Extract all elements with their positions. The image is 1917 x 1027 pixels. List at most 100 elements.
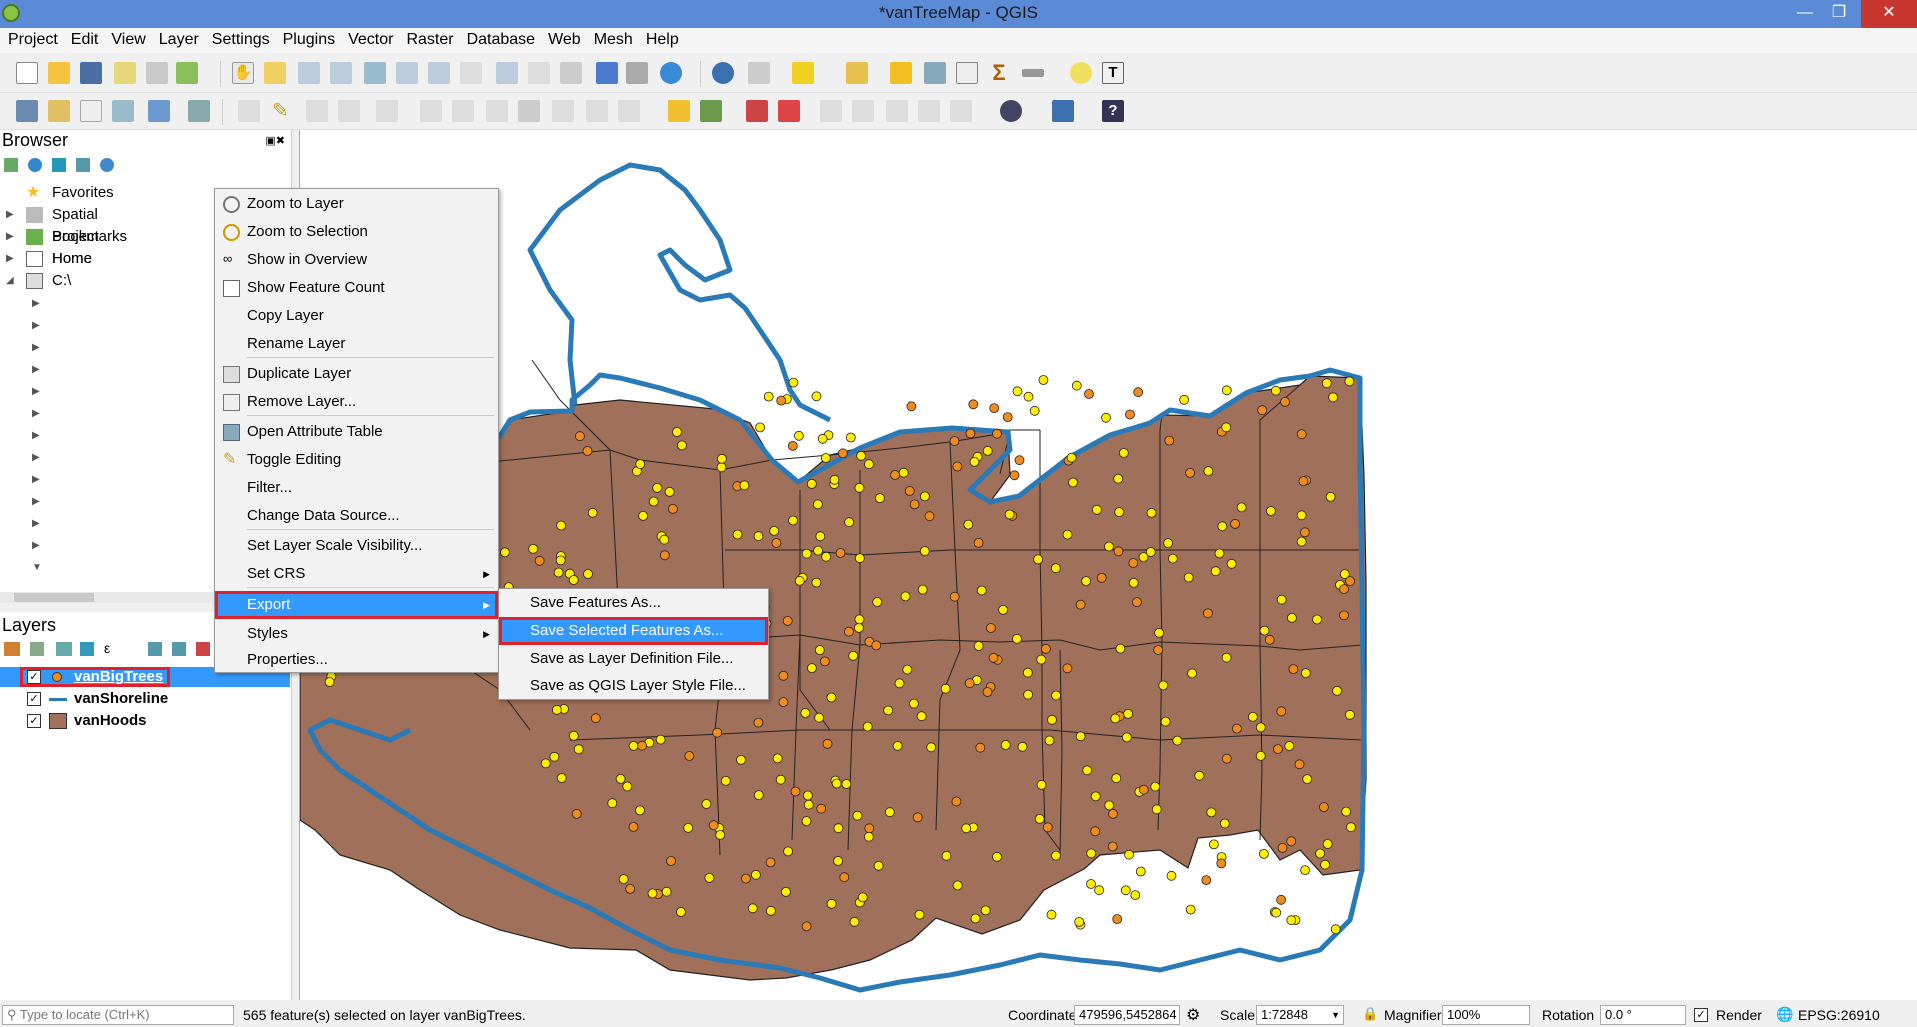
pin-labels-icon[interactable] [778,100,800,122]
menu-layer[interactable]: Layer [151,28,204,49]
expand-arrow-icon[interactable]: ▶ [32,364,40,375]
highlight-pinned-labels-icon[interactable] [746,100,768,122]
crs-globe-icon[interactable]: 🌐 [1776,1006,1793,1023]
menu-item-show-in-overview[interactable]: ∞ Show in Overview [215,247,498,273]
menu-plugins[interactable]: Plugins [275,28,340,49]
expand-arrow-icon[interactable]: ▶ [6,204,14,226]
refresh-browser-icon[interactable] [28,158,42,172]
toggle-editing-icon[interactable]: ✎ [272,100,294,122]
maximize-button[interactable]: ❐ [1816,0,1862,28]
text-annotation-icon[interactable]: T [1102,62,1124,84]
menu-item-save-selected-features-as[interactable]: Save Selected Features As... [499,617,768,645]
menu-item-open-attribute-table[interactable]: Open Attribute Table [215,419,498,445]
delete-selected-icon[interactable] [452,100,474,122]
layer-row-vanhoods[interactable]: ✓ vanHoods [0,711,290,731]
menu-settings[interactable]: Settings [204,28,275,49]
change-label-icon[interactable] [918,100,940,122]
select-by-value-icon[interactable] [846,62,868,84]
expand-arrow-icon[interactable]: ▶ [32,342,40,353]
refresh-icon[interactable] [660,62,682,84]
diagram-icon[interactable] [700,100,722,122]
menu-item-save-as-layer-definition-file[interactable]: Save as Layer Definition File... [499,646,768,672]
manage-map-themes-icon[interactable] [56,642,72,656]
menu-database[interactable]: Database [459,28,541,49]
rotation-spinbox[interactable]: 0.0 ° [1600,1005,1686,1025]
add-vector-layer-icon[interactable] [80,100,102,122]
expand-arrow-icon[interactable]: ▶ [32,496,40,507]
render-checkbox[interactable]: ✓ [1694,1008,1708,1022]
menu-item-copy-layer[interactable]: Copy Layer [215,303,498,329]
pan-map-icon[interactable]: ✋ [232,62,254,84]
layer-row-vanshoreline[interactable]: ✓ vanShoreline [0,689,290,709]
expand-arrow-icon[interactable]: ▶ [32,540,40,551]
add-feature-icon[interactable] [338,100,360,122]
menu-help[interactable]: Help [638,28,684,49]
save-project-icon[interactable] [80,62,102,84]
pan-to-selection-icon[interactable] [264,62,286,84]
collapse-arrow-icon[interactable]: ◢ [6,270,14,292]
move-label-icon[interactable] [852,100,874,122]
menu-web[interactable]: Web [540,28,586,49]
modify-attributes-icon[interactable] [420,100,442,122]
zoom-last-icon[interactable] [496,62,518,84]
menu-item-rename-layer[interactable]: Rename Layer [215,331,498,357]
zoom-out-icon[interactable] [330,62,352,84]
geocoder-icon[interactable] [1000,100,1022,122]
cut-features-icon[interactable] [486,100,508,122]
add-group-icon[interactable] [30,642,44,656]
filter-by-expression-icon[interactable]: ε [104,640,110,656]
menu-item-duplicate-layer[interactable]: Duplicate Layer [215,361,498,387]
menu-item-zoom-to-selection[interactable]: Zoom to Selection [215,219,498,245]
menu-item-show-feature-count[interactable]: Show Feature Count [215,275,498,301]
menu-item-set-crs[interactable]: Set CRS ▶ [215,561,498,587]
expand-arrow-icon[interactable]: ▶ [32,386,40,397]
add-wms-layer-icon[interactable] [148,100,170,122]
expand-all-icon[interactable] [148,642,162,656]
menu-raster[interactable]: Raster [398,28,458,49]
close-button[interactable]: ✕ [1861,0,1917,28]
menu-mesh[interactable]: Mesh [586,28,638,49]
help-icon[interactable]: ? [1102,100,1124,122]
redo-icon[interactable] [618,100,640,122]
paste-features-icon[interactable] [552,100,574,122]
menu-item-remove-layer[interactable]: Remove Layer... [215,389,498,415]
zoom-in-icon[interactable] [298,62,320,84]
menu-item-change-data-source[interactable]: Change Data Source... [215,503,498,529]
deselect-features-icon[interactable] [890,62,912,84]
python-console-icon[interactable] [1052,100,1074,122]
expand-arrow-icon[interactable]: ▶ [32,408,40,419]
scale-dropdown[interactable]: 1:72848 ▼ [1256,1005,1344,1025]
new-bookmark-icon[interactable] [596,62,618,84]
filter-legend-icon[interactable] [80,642,94,656]
expand-arrow-icon[interactable]: ▶ [32,320,40,331]
menu-item-toggle-editing[interactable]: ✎ Toggle Editing [215,447,498,473]
menu-vector[interactable]: Vector [340,28,398,49]
new-geopackage-layer-icon[interactable] [48,100,70,122]
menu-project[interactable]: Project [0,28,63,49]
map-tips-icon[interactable] [1070,62,1092,84]
lock-icon[interactable]: 🔒 [1362,1006,1378,1022]
vertex-tool-icon[interactable] [376,100,398,122]
menu-item-set-layer-scale-visibility[interactable]: Set Layer Scale Visibility... [215,533,498,559]
identify-features-icon[interactable] [712,62,734,84]
map-canvas[interactable] [298,130,1917,1000]
layout-manager-icon[interactable] [146,62,168,84]
new-project-icon[interactable] [16,62,38,84]
zoom-next-icon[interactable] [528,62,550,84]
show-bookmarks-icon[interactable] [626,62,648,84]
show-hide-labels-icon[interactable] [820,100,842,122]
attribute-table-icon[interactable] [924,62,946,84]
select-features-icon[interactable] [792,62,814,84]
menu-item-filter[interactable]: Filter... [215,475,498,501]
zoom-native-icon[interactable] [460,62,482,84]
undo-icon[interactable] [586,100,608,122]
zoom-full-icon[interactable] [364,62,386,84]
new-map-view-icon[interactable] [560,62,582,84]
locator-search-input[interactable]: ⚲ Type to locate (Ctrl+K) [2,1005,234,1025]
add-virtual-layer-icon[interactable] [188,100,210,122]
field-calculator-icon[interactable] [956,62,978,84]
expand-arrow-icon[interactable]: ▶ [32,298,40,309]
menu-item-save-as-qgis-layer-style-file[interactable]: Save as QGIS Layer Style File... [499,673,768,699]
zoom-to-selection-icon[interactable] [396,62,418,84]
properties-widget-icon[interactable] [100,158,114,172]
